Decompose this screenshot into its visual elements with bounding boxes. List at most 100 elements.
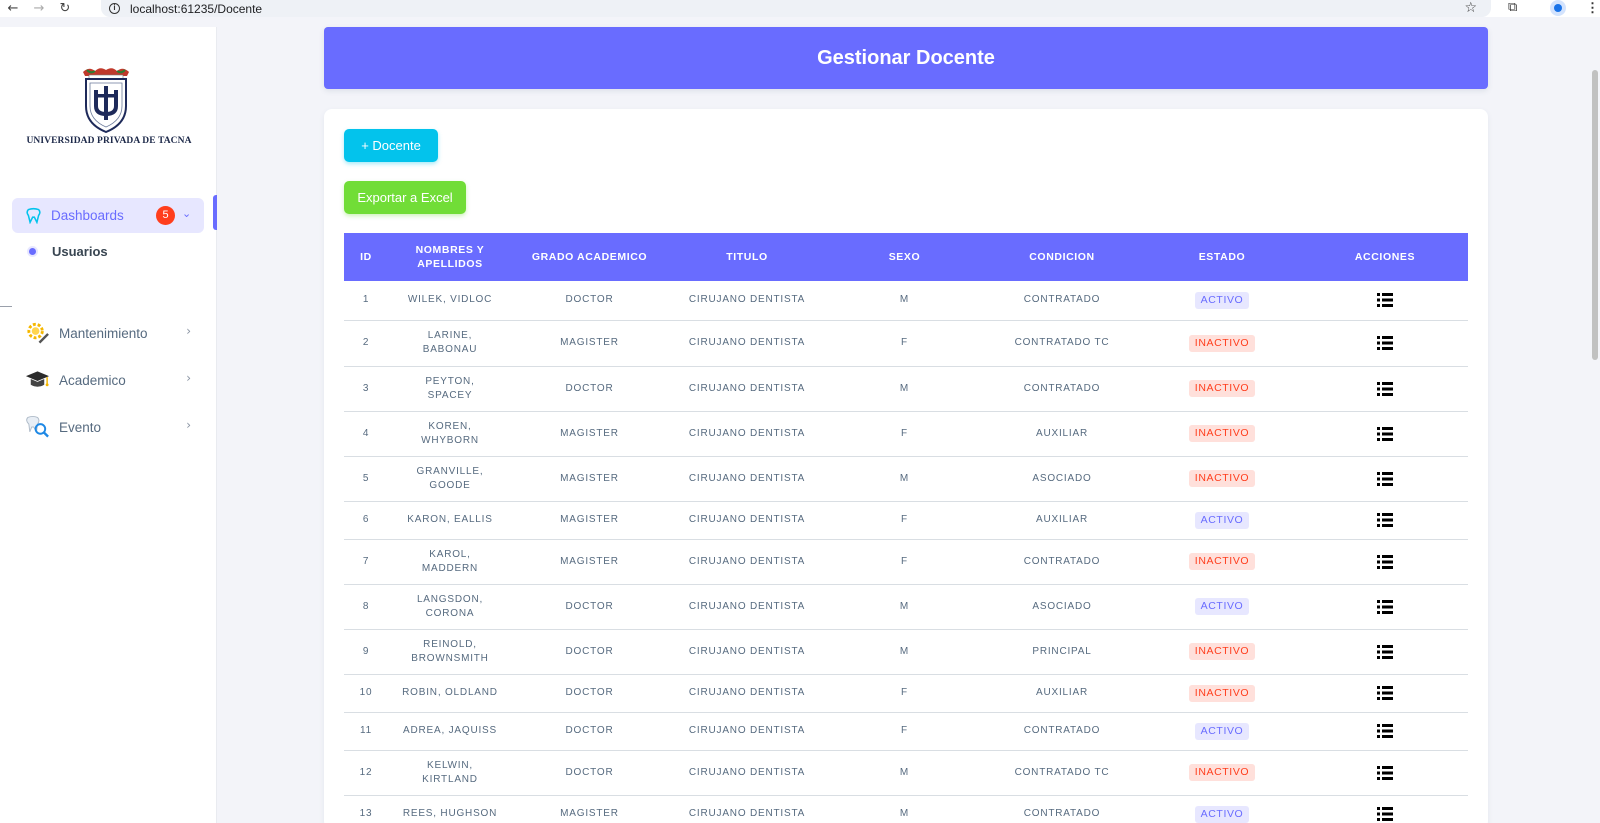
bullet-dot xyxy=(29,248,36,255)
cell-name: KARON, EALLIS xyxy=(388,501,512,540)
list-icon[interactable] xyxy=(1376,553,1394,571)
sidebar-item-evento[interactable]: Evento › xyxy=(25,412,195,442)
col-header-grado[interactable]: GRADO ACADEMICO xyxy=(512,233,667,281)
cell-titulo: CIRUJANO DENTISTA xyxy=(667,281,827,321)
export-excel-button[interactable]: Exportar a Excel xyxy=(344,181,466,214)
cell-titulo: CIRUJANO DENTISTA xyxy=(667,712,827,751)
cell-grado: MAGISTER xyxy=(512,320,667,367)
col-header-estado[interactable]: ESTADO xyxy=(1142,233,1302,281)
docentes-table: ID NOMBRES Y APELLIDOS GRADO ACADEMICO T… xyxy=(344,233,1468,823)
status-badge: ACTIVO xyxy=(1194,511,1250,529)
cell-acciones xyxy=(1302,795,1468,823)
sidebar-item-mantenimiento[interactable]: Mantenimiento › xyxy=(25,318,195,348)
cell-name: GRANVILLE, GOODE xyxy=(388,456,512,502)
list-icon[interactable] xyxy=(1376,722,1394,740)
cell-sexo: M xyxy=(827,366,982,412)
more-menu-icon[interactable]: ⋮ xyxy=(1586,0,1599,16)
site-info-icon[interactable]: i xyxy=(109,3,120,14)
list-icon[interactable] xyxy=(1376,334,1394,352)
list-icon[interactable] xyxy=(1376,643,1394,661)
cell-acciones xyxy=(1302,584,1468,630)
cell-grado: MAGISTER xyxy=(512,456,667,502)
sidebar-item-academico[interactable]: Academico › xyxy=(25,365,195,395)
cell-sexo: M xyxy=(827,456,982,502)
sidebar-item-label: Evento xyxy=(59,419,102,435)
status-badge: INACTIVO xyxy=(1188,553,1256,570)
cell-id: 7 xyxy=(344,539,388,585)
cell-estado: INACTIVO xyxy=(1142,411,1302,457)
col-header-id[interactable]: ID xyxy=(344,233,388,281)
list-icon[interactable] xyxy=(1376,380,1394,398)
cell-grado: DOCTOR xyxy=(512,750,667,796)
cell-condicion: CONTRATADO xyxy=(982,539,1142,585)
forward-arrow-icon[interactable]: → xyxy=(26,0,52,17)
table-row: 5 GRANVILLE, GOODE MAGISTER CIRUJANO DENTIS… xyxy=(344,456,1468,502)
table-row: 9 REINOLD, BROWNSMITH DOCTOR CIRUJANO DENTI… xyxy=(344,629,1468,675)
cell-sexo: M xyxy=(827,584,982,630)
table-row: 2 LARINE, BABONAU MAGISTER CIRUJANO DENTIST… xyxy=(344,320,1468,367)
cell-condicion: ASOCIADO xyxy=(982,456,1142,502)
page-scrollbar[interactable] xyxy=(1592,70,1598,360)
list-icon[interactable] xyxy=(1376,470,1394,488)
cell-name: KELWIN, KIRTLAND xyxy=(388,750,512,796)
sidebar-subitem-usuarios[interactable]: Usuarios xyxy=(29,244,108,259)
list-icon[interactable] xyxy=(1376,291,1394,309)
cell-titulo: CIRUJANO DENTISTA xyxy=(667,584,827,630)
cell-estado: ACTIVO xyxy=(1142,584,1302,630)
col-header-condicion[interactable]: CONDICION xyxy=(982,233,1142,281)
cell-name: KAROL, MADDERN xyxy=(388,539,512,585)
col-header-sexo[interactable]: SEXO xyxy=(827,233,982,281)
table-row: 4 KOREN, WHYBORN MAGISTER CIRUJANO DENTISTA… xyxy=(344,411,1468,457)
list-icon[interactable] xyxy=(1376,425,1394,443)
address-bar[interactable]: i localhost:61235/Docente ☆ xyxy=(101,0,1491,17)
col-header-titulo[interactable]: TITULO xyxy=(667,233,827,281)
status-badge: INACTIVO xyxy=(1188,380,1256,397)
cell-acciones xyxy=(1302,750,1468,796)
add-docente-button[interactable]: + Docente xyxy=(344,129,438,162)
divider xyxy=(0,306,12,307)
reload-icon[interactable]: ↻ xyxy=(52,0,78,17)
table-row: 10 ROBIN, OLDLAND DOCTOR CIRUJANO DENTISTA F… xyxy=(344,674,1468,713)
cell-titulo: CIRUJANO DENTISTA xyxy=(667,501,827,540)
table-row: 1 WILEK, VIDLOC DOCTOR CIRUJANO DENTISTA M CO… xyxy=(344,281,1468,321)
back-arrow-icon[interactable]: ← xyxy=(0,0,26,17)
university-name: UNIVERSIDAD PRIVADA DE TACNA xyxy=(26,136,192,146)
cell-condicion: PRINCIPAL xyxy=(982,629,1142,675)
cell-acciones xyxy=(1302,320,1468,367)
tooth-search-icon xyxy=(26,415,49,438)
cell-name: KOREN, WHYBORN xyxy=(388,411,512,457)
col-header-nombres[interactable]: NOMBRES Y APELLIDOS xyxy=(388,233,512,281)
status-badge: INACTIVO xyxy=(1188,643,1256,660)
list-icon[interactable] xyxy=(1376,684,1394,702)
cell-estado: ACTIVO xyxy=(1142,501,1302,540)
browser-toolbar: ← → ↻ i localhost:61235/Docente ☆ ⧉ ⋮ xyxy=(0,0,1600,17)
cell-id: 3 xyxy=(344,366,388,412)
cell-id: 8 xyxy=(344,584,388,630)
notification-badge: 5 xyxy=(156,206,175,225)
list-icon[interactable] xyxy=(1376,598,1394,616)
cell-id: 11 xyxy=(344,712,388,751)
cell-acciones xyxy=(1302,281,1468,321)
page-header: Gestionar Docente xyxy=(324,27,1488,89)
cell-condicion: AUXILIAR xyxy=(982,674,1142,713)
col-header-acciones[interactable]: ACCIONES xyxy=(1302,233,1468,281)
status-badge: INACTIVO xyxy=(1188,764,1256,781)
table-row: 7 KAROL, MADDERN MAGISTER CIRUJANO DENTISTA… xyxy=(344,539,1468,585)
cell-sexo: F xyxy=(827,411,982,457)
list-icon[interactable] xyxy=(1376,805,1394,823)
table-row: 8 LANGSDON, CORONA DOCTOR CIRUJANO DENTISTA… xyxy=(344,584,1468,630)
profile-avatar-icon[interactable] xyxy=(1550,0,1566,16)
cell-grado: MAGISTER xyxy=(512,539,667,585)
bookmark-star-icon[interactable]: ☆ xyxy=(1464,0,1477,16)
table-header-row: ID NOMBRES Y APELLIDOS GRADO ACADEMICO T… xyxy=(344,233,1468,281)
status-badge: ACTIVO xyxy=(1194,598,1250,615)
cell-name: PEYTON, SPACEY xyxy=(388,366,512,412)
cell-grado: DOCTOR xyxy=(512,712,667,751)
cell-estado: INACTIVO xyxy=(1142,750,1302,796)
cell-condicion: ASOCIADO xyxy=(982,584,1142,630)
list-icon[interactable] xyxy=(1376,764,1394,782)
list-icon[interactable] xyxy=(1376,511,1394,529)
extensions-icon[interactable]: ⧉ xyxy=(1508,0,1517,15)
sidebar-item-dashboards[interactable]: Dashboards 5 ⌄ xyxy=(12,198,204,233)
graduation-cap-icon xyxy=(25,371,50,387)
